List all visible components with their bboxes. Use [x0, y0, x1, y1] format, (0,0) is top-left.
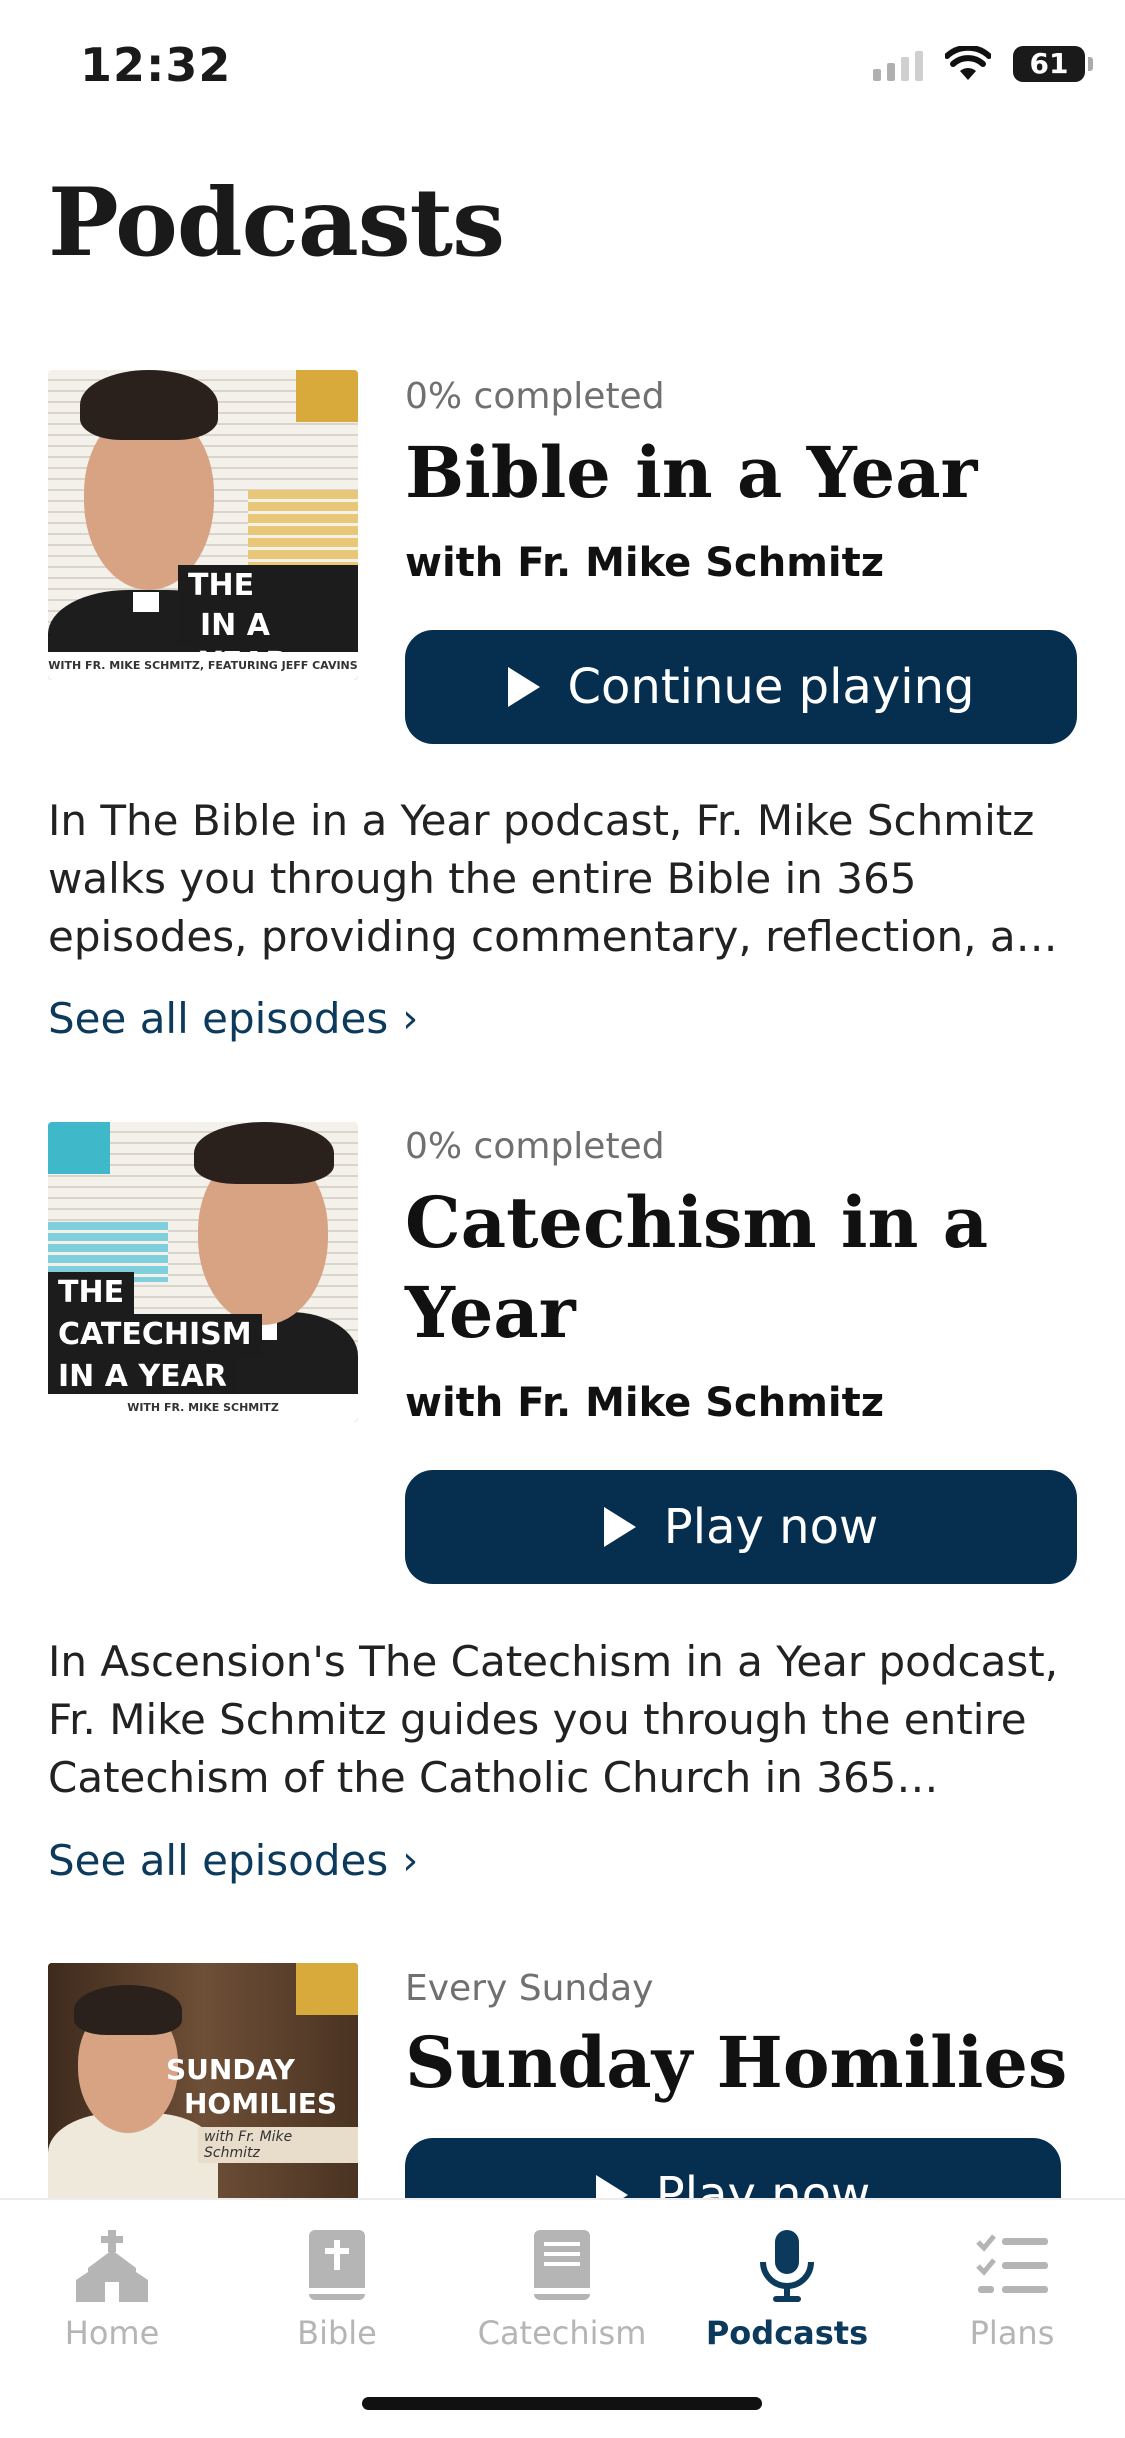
church-icon: [72, 2228, 152, 2304]
tab-label: Plans: [969, 2314, 1055, 2352]
podcast-description: In Ascension's The Catechism in a Year p…: [48, 1637, 1059, 1802]
tab-label: Home: [64, 2314, 160, 2352]
cover-title-line2: CATECHISM: [48, 1314, 262, 1356]
see-all-episodes-link[interactable]: See all episodes ›: [48, 994, 418, 1043]
progress-label: 0% completed: [405, 376, 665, 417]
podcast-host: with Fr. Mike Schmitz: [405, 540, 884, 586]
play-now-button[interactable]: Play now: [405, 1470, 1077, 1584]
link-label: See all episodes: [48, 1836, 389, 1885]
see-all-episodes-link[interactable]: See all episodes ›: [48, 1836, 418, 1885]
progress-label: Every Sunday: [405, 1968, 654, 2009]
status-time: 12:32: [80, 38, 232, 92]
ascension-logo-icon: [296, 370, 358, 422]
chevron-right-icon: ›: [402, 1837, 419, 1884]
tab-label: Catechism: [477, 2314, 647, 2352]
tab-catechism[interactable]: Catechism: [462, 2228, 662, 2352]
tab-plans[interactable]: Plans: [912, 2228, 1112, 2352]
home-indicator[interactable]: [362, 2397, 762, 2410]
progress-label: 0% completed: [405, 1126, 665, 1167]
podcast-cover-catechism[interactable]: THE CATECHISM IN A YEAR WITH FR. MIKE SC…: [48, 1122, 358, 1422]
cover-footer: WITH FR. MIKE SCHMITZ, FEATURING JEFF CA…: [48, 652, 358, 680]
cellular-signal-icon: [873, 47, 923, 81]
podcast-cover-sunday-homilies[interactable]: SUNDAY HOMILIES with Fr. Mike Schmitz: [48, 1963, 358, 2203]
wifi-icon: [945, 46, 991, 80]
cover-footer: WITH FR. MIKE SCHMITZ: [48, 1394, 358, 1422]
cover-title-line3: IN A YEAR: [48, 1356, 237, 1398]
page-title: Podcasts: [48, 168, 505, 278]
link-label: See all episodes: [48, 994, 389, 1043]
continue-playing-button[interactable]: Continue playing: [405, 630, 1077, 744]
status-icons: 61: [873, 46, 1093, 82]
podcast-title: Catechism in a Year: [405, 1181, 989, 1354]
podcast-host: with Fr. Mike Schmitz: [405, 1380, 884, 1426]
button-label: Continue playing: [567, 659, 975, 715]
play-icon: [603, 1507, 636, 1547]
cover-title-line2: HOMILIES: [184, 2087, 338, 2120]
tab-podcasts[interactable]: Podcasts: [687, 2228, 887, 2352]
bible-icon: [297, 2228, 377, 2304]
tab-home[interactable]: Home: [12, 2228, 212, 2352]
podcast-cover-bible[interactable]: THE BIBLE IN A YEAR WITH FR. MIKE SCHMIT…: [48, 370, 358, 680]
cover-title-line1: SUNDAY: [166, 2053, 295, 2086]
ascension-logo-icon: [48, 1122, 110, 1174]
microphone-icon: [747, 2228, 827, 2304]
podcast-description: In The Bible in a Year podcast, Fr. Mike…: [48, 796, 1069, 961]
battery-icon: 61: [1013, 46, 1093, 82]
cover-title-line1: THE: [48, 1272, 135, 1314]
book-icon: [522, 2228, 602, 2304]
button-label: Play now: [663, 1499, 879, 1555]
chevron-right-icon: ›: [402, 995, 419, 1042]
play-icon: [507, 667, 540, 707]
status-bar: 12:32 61: [0, 0, 1125, 140]
podcast-title: Bible in a Year: [405, 431, 978, 514]
cover-title-line3: with Fr. Mike Schmitz: [198, 2127, 358, 2163]
tab-label: Bible: [297, 2314, 377, 2352]
podcast-title: Sunday Homilies: [405, 2021, 1068, 2104]
ascension-logo-icon: [296, 1963, 358, 2015]
tab-label: Podcasts: [705, 2314, 869, 2352]
checklist-icon: [972, 2228, 1052, 2304]
tab-bible[interactable]: Bible: [237, 2228, 437, 2352]
